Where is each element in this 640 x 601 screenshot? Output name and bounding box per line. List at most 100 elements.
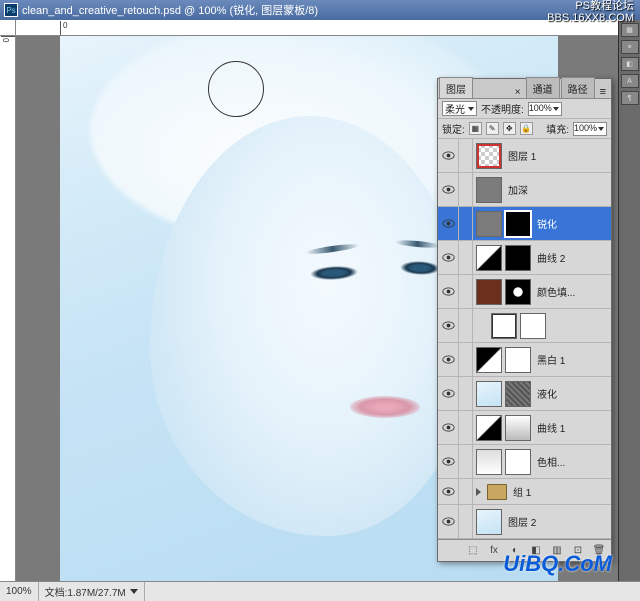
pasteboard-left xyxy=(16,36,60,581)
layer-thumb[interactable] xyxy=(520,313,546,339)
layer-name[interactable]: 图层 1 xyxy=(505,148,611,163)
layer-thumb[interactable] xyxy=(505,245,531,271)
ruler-vertical[interactable]: 0 xyxy=(0,36,16,581)
layer-name[interactable]: 图层 2 xyxy=(505,514,611,529)
visibility-eye-icon[interactable] xyxy=(438,343,459,377)
layer-thumb[interactable] xyxy=(505,279,531,305)
dock-icon[interactable]: ≡ xyxy=(621,40,639,54)
dock-icon[interactable]: A xyxy=(621,74,639,88)
opacity-input[interactable]: 100% xyxy=(528,102,562,116)
layer-name[interactable]: 黑白 1 xyxy=(534,352,611,367)
layer-thumb[interactable] xyxy=(476,211,502,237)
layer-row[interactable]: 加深 xyxy=(438,173,611,207)
link-layers-icon[interactable]: ⬚ xyxy=(465,544,481,558)
watermark-bottom-right: UiBQ.CoM xyxy=(503,551,612,577)
visibility-eye-icon[interactable] xyxy=(438,275,459,309)
layer-thumb[interactable] xyxy=(476,381,502,407)
visibility-eye-icon[interactable] xyxy=(438,173,459,207)
layer-row[interactable]: 曲线 1 xyxy=(438,411,611,445)
layers-list[interactable]: 图层 1 加深锐化曲线 2 颜色填... 黑白 1 液化曲线 1 色相... 组 1 图层 2 xyxy=(438,139,611,539)
lock-position-icon[interactable]: ✥ xyxy=(503,122,516,135)
layer-row[interactable]: 曲线 2 xyxy=(438,241,611,275)
link-column[interactable] xyxy=(459,475,473,509)
visibility-eye-icon[interactable] xyxy=(438,309,459,343)
layer-thumb[interactable] xyxy=(505,415,531,441)
blend-opacity-row: 柔光 不透明度: 100% xyxy=(438,99,611,119)
tab-close-icon[interactable]: × xyxy=(511,87,525,98)
link-column[interactable] xyxy=(459,377,473,411)
layer-row[interactable]: 锐化 xyxy=(438,207,611,241)
link-column[interactable] xyxy=(459,411,473,445)
tab-channels[interactable]: 通道 xyxy=(526,77,560,98)
link-column[interactable] xyxy=(459,207,473,241)
layer-row[interactable]: 颜色填... xyxy=(438,275,611,309)
blend-mode-dropdown[interactable]: 柔光 xyxy=(442,101,477,116)
link-column[interactable] xyxy=(459,445,473,479)
link-column[interactable] xyxy=(459,173,473,207)
layer-name[interactable]: 颜色填... xyxy=(534,284,611,299)
layer-thumb[interactable] xyxy=(505,211,531,237)
layer-thumb[interactable] xyxy=(487,484,507,500)
dock-icon[interactable]: ▦ xyxy=(621,23,639,37)
layer-name[interactable]: 液化 xyxy=(534,386,611,401)
layer-name[interactable]: 组 1 xyxy=(510,484,611,499)
layer-row[interactable]: 液化 xyxy=(438,377,611,411)
visibility-eye-icon[interactable] xyxy=(438,505,459,539)
layer-name[interactable]: 锐化 xyxy=(534,216,611,231)
visibility-eye-icon[interactable] xyxy=(438,139,459,173)
panel-menu-icon[interactable]: ≡ xyxy=(595,86,611,98)
layer-thumb[interactable] xyxy=(476,143,502,169)
layer-thumbs xyxy=(473,245,534,271)
layer-row[interactable]: 图层 1 xyxy=(438,139,611,173)
visibility-eye-icon[interactable] xyxy=(438,241,459,275)
layer-row[interactable]: 图层 2 xyxy=(438,505,611,539)
chevron-down-icon[interactable] xyxy=(130,589,138,594)
fill-input[interactable]: 100% xyxy=(573,122,607,136)
link-column[interactable] xyxy=(459,309,473,343)
layer-name[interactable]: 曲线 1 xyxy=(534,420,611,435)
layer-name[interactable]: 加深 xyxy=(505,182,611,197)
layer-thumb[interactable] xyxy=(476,279,502,305)
layer-thumb[interactable] xyxy=(476,509,502,535)
doc-info[interactable]: 文档:1.87M/27.7M xyxy=(39,582,145,601)
layer-thumb[interactable] xyxy=(505,381,531,407)
layer-row[interactable] xyxy=(438,309,611,343)
visibility-eye-icon[interactable] xyxy=(438,377,459,411)
visibility-eye-icon[interactable] xyxy=(438,411,459,445)
layer-thumb[interactable] xyxy=(505,449,531,475)
layer-thumb[interactable] xyxy=(476,415,502,441)
dock-icon[interactable]: ¶ xyxy=(621,91,639,105)
layers-panel[interactable]: 图层 × 通道 路径 ≡ 柔光 不透明度: 100% 锁定: ▦ ✎ ✥ 🔒 填… xyxy=(437,78,612,562)
lock-pixels-icon[interactable]: ✎ xyxy=(486,122,499,135)
ruler-horizontal[interactable]: 0 xyxy=(16,20,618,36)
link-column[interactable] xyxy=(459,505,473,539)
layer-thumb[interactable] xyxy=(491,313,517,339)
layer-row[interactable]: 黑白 1 xyxy=(438,343,611,377)
tab-paths[interactable]: 路径 xyxy=(561,77,595,98)
layer-thumb[interactable] xyxy=(476,449,502,475)
lock-all-icon[interactable]: 🔒 xyxy=(520,122,533,135)
layer-thumb[interactable] xyxy=(476,347,502,373)
link-column[interactable] xyxy=(459,139,473,173)
layer-thumb[interactable] xyxy=(476,245,502,271)
visibility-eye-icon[interactable] xyxy=(438,207,459,241)
layer-name[interactable]: 曲线 2 xyxy=(534,250,611,265)
zoom-level[interactable]: 100% xyxy=(0,582,39,601)
link-column[interactable] xyxy=(459,275,473,309)
link-column[interactable] xyxy=(459,343,473,377)
layer-thumb[interactable] xyxy=(505,347,531,373)
layer-row[interactable]: 组 1 xyxy=(438,479,611,505)
ruler-corner[interactable] xyxy=(0,20,16,36)
right-dock[interactable]: ▦ ≡ ◧ A ¶ xyxy=(618,20,640,581)
link-column[interactable] xyxy=(459,241,473,275)
expand-triangle-icon[interactable] xyxy=(476,488,481,496)
layer-thumb[interactable] xyxy=(476,177,502,203)
layer-thumbs xyxy=(473,177,505,203)
lock-transparency-icon[interactable]: ▦ xyxy=(469,122,482,135)
tab-layers[interactable]: 图层 xyxy=(439,77,473,98)
dock-icon[interactable]: ◧ xyxy=(621,57,639,71)
visibility-eye-icon[interactable] xyxy=(438,445,459,479)
visibility-eye-icon[interactable] xyxy=(438,475,459,509)
layer-fx-icon[interactable]: fx xyxy=(486,544,502,558)
layer-name[interactable]: 色相... xyxy=(534,454,611,469)
